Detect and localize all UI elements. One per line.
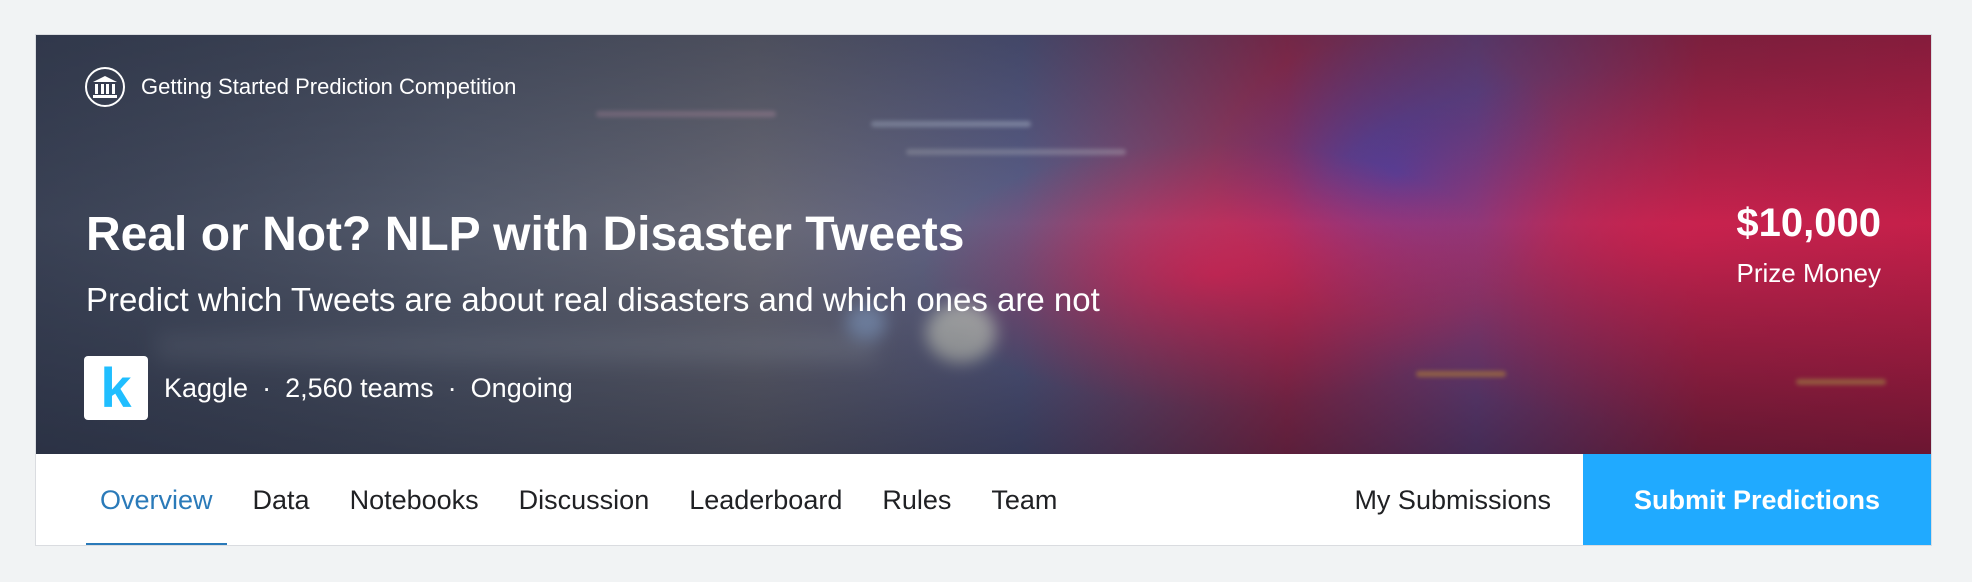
meta-separator: ·	[447, 372, 457, 403]
submit-predictions-button[interactable]: Submit Predictions	[1583, 454, 1931, 545]
page-subtitle: Predict which Tweets are about real disa…	[86, 281, 1100, 318]
competition-header-card: Getting Started Prediction Competition R…	[35, 34, 1932, 546]
prize-amount: $10,000	[1736, 201, 1881, 245]
tab-discussion[interactable]: Discussion	[499, 454, 670, 545]
tab-bar: Overview Data Notebooks Discussion Leade…	[36, 454, 1077, 545]
host-name[interactable]: Kaggle	[164, 373, 248, 404]
prize-label: Prize Money	[1736, 258, 1882, 288]
competition-type: Getting Started Prediction Competition	[85, 67, 516, 107]
tab-rules[interactable]: Rules	[862, 454, 971, 545]
competition-status: Ongoing	[470, 372, 573, 403]
tab-overview[interactable]: Overview	[80, 454, 233, 545]
competition-meta: k Kaggle · 2,560 teams · Ongoing	[84, 356, 573, 420]
competition-type-label: Getting Started Prediction Competition	[141, 74, 517, 99]
tab-notebooks[interactable]: Notebooks	[330, 454, 499, 545]
prize-block: $10,000 Prize Money	[1736, 201, 1881, 289]
hero-banner: Getting Started Prediction Competition R…	[36, 35, 1931, 454]
kaggle-logo[interactable]: k	[84, 356, 148, 420]
my-submissions-link[interactable]: My Submissions	[1322, 454, 1583, 545]
team-count: 2,560 teams	[285, 372, 434, 403]
page-title: Real or Not? NLP with Disaster Tweets	[86, 208, 965, 261]
competition-nav: Overview Data Notebooks Discussion Leade…	[36, 454, 1931, 545]
tab-leaderboard[interactable]: Leaderboard	[669, 454, 862, 545]
institution-icon	[85, 67, 125, 107]
tab-team[interactable]: Team	[971, 454, 1077, 545]
tab-data[interactable]: Data	[233, 454, 330, 545]
meta-separator: ·	[262, 372, 272, 403]
